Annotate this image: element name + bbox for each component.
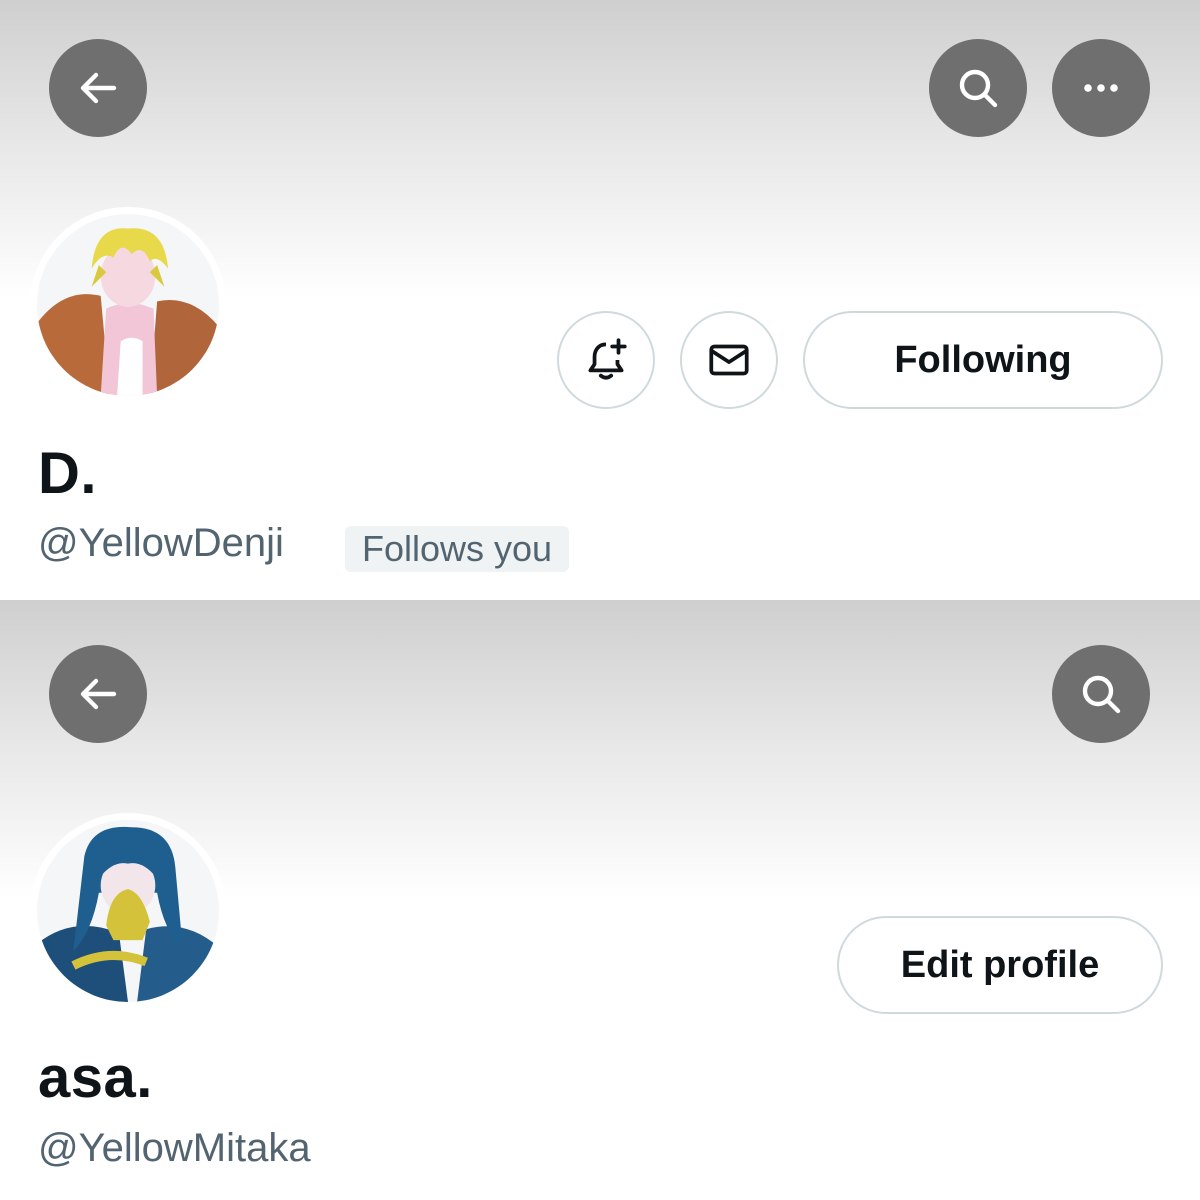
back-arrow-icon	[80, 678, 117, 710]
display-name: D.	[38, 441, 97, 506]
avatar-image-asa	[37, 820, 219, 1002]
notifications-button[interactable]	[557, 311, 655, 409]
more-button[interactable]	[1052, 39, 1150, 137]
user-handle: @YellowMitaka	[38, 1126, 311, 1170]
more-dots-icon	[1084, 84, 1118, 92]
following-button[interactable]: Following	[803, 311, 1163, 409]
search-icon	[959, 69, 998, 108]
avatar[interactable]	[30, 207, 226, 403]
search-button[interactable]	[1052, 645, 1150, 743]
back-arrow-icon	[80, 72, 117, 104]
edit-profile-button-label: Edit profile	[900, 943, 1100, 986]
avatar[interactable]	[30, 813, 226, 1009]
following-button-label: Following	[894, 338, 1072, 381]
user-handle: @YellowDenji	[38, 521, 284, 565]
avatar-image-denji	[37, 214, 219, 396]
follows-you-label: Follows you	[362, 528, 553, 569]
search-icon	[1082, 675, 1121, 714]
back-button[interactable]	[49, 645, 147, 743]
bell-plus-icon	[588, 338, 627, 380]
back-button[interactable]	[49, 39, 147, 137]
edit-profile-button[interactable]: Edit profile	[837, 916, 1163, 1014]
profile-header-yellowmitaka: Edit profile asa. @YellowMitaka	[0, 600, 1200, 1200]
display-name: asa.	[38, 1045, 153, 1110]
follows-you-badge: Follows you	[345, 526, 570, 572]
search-button[interactable]	[929, 39, 1027, 137]
profile-header-yellowdenji: Following D. @YellowDenji Follows you	[0, 0, 1200, 600]
message-button[interactable]	[680, 311, 778, 409]
envelope-icon	[709, 344, 749, 376]
